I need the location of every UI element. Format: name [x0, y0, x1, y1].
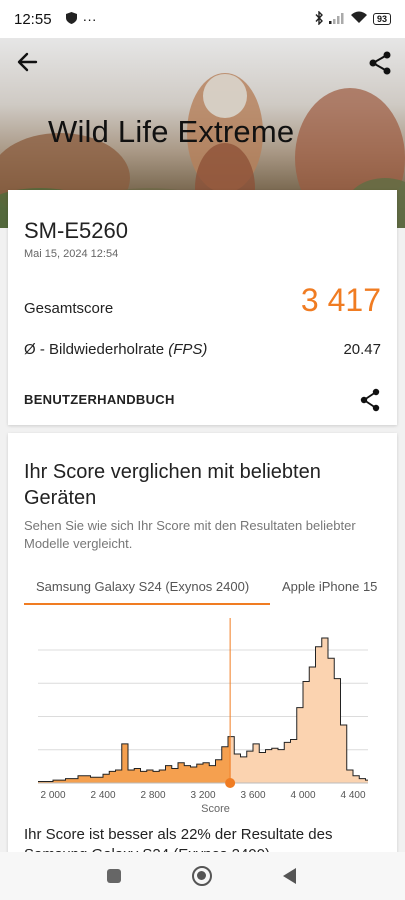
- more-notifications-icon: ···: [82, 11, 97, 27]
- score-marker-dot: [225, 778, 236, 788]
- x-tick-label: 3 600: [240, 790, 265, 801]
- area-above-score: [230, 638, 368, 783]
- home-button[interactable]: [192, 866, 212, 886]
- x-tick-label: 4 000: [290, 790, 315, 801]
- x-axis-label: Score: [201, 803, 230, 815]
- fps-unit: (FPS): [168, 341, 208, 358]
- comparison-card: Ihr Score verglichen mit beliebten Gerät…: [8, 433, 397, 873]
- result-card: SM-E5260 Mai 15, 2024 12:54 Gesamtscore …: [8, 190, 397, 425]
- x-tick-label: 4 400: [340, 790, 365, 801]
- benchmark-title: Wild Life Extreme: [48, 114, 295, 149]
- system-nav-bar: [0, 852, 405, 900]
- wifi-icon: [350, 11, 368, 27]
- device-name: SM-E5260: [24, 218, 128, 243]
- recents-button[interactable]: [107, 869, 121, 883]
- x-tick-label: 3 200: [190, 790, 215, 801]
- area-below-score: [38, 736, 231, 783]
- x-tick-label: 2 400: [90, 790, 115, 801]
- x-tick-label: 2 000: [40, 790, 65, 801]
- battery-icon: 93: [372, 13, 391, 25]
- score-label: Gesamtscore: [24, 300, 114, 317]
- tab-galaxy-s24[interactable]: Samsung Galaxy S24 (Exynos 2400): [24, 571, 270, 605]
- x-tick-label: 2 800: [140, 790, 165, 801]
- status-time: 12:55: [14, 10, 52, 28]
- back-button[interactable]: [283, 868, 296, 884]
- result-datetime: Mai 15, 2024 12:54: [24, 248, 119, 260]
- signal-icon: [328, 11, 345, 27]
- device-tabs: Samsung Galaxy S24 (Exynos 2400) Apple i…: [24, 571, 397, 605]
- comparison-description: Sehen Sie wie sich Ihr Score mit den Res…: [24, 518, 356, 551]
- comparison-title: Ihr Score verglichen mit beliebten Gerät…: [24, 461, 321, 509]
- user-manual-link[interactable]: BENUTZERHANDBUCH: [24, 392, 175, 407]
- status-bar: 12:55 ··· 93: [0, 0, 405, 38]
- fps-label-text: Ø - Bildwiederholrate: [24, 341, 169, 358]
- fps-value: 20.47: [343, 341, 381, 358]
- share-icon[interactable]: [367, 50, 393, 76]
- score-value: 3 417: [300, 282, 381, 318]
- back-arrow-icon[interactable]: [14, 50, 42, 74]
- fps-label: Ø - Bildwiederholrate (FPS): [24, 341, 207, 358]
- tab-iphone-15[interactable]: Apple iPhone 15: [270, 571, 389, 605]
- shield-icon: [65, 11, 77, 27]
- share-result-icon[interactable]: [359, 388, 381, 412]
- score-distribution-chart: 2 000 2 400 2 800 3 200 3 600 4 000 4 400 Score: [38, 618, 368, 815]
- bluetooth-icon: [314, 9, 324, 28]
